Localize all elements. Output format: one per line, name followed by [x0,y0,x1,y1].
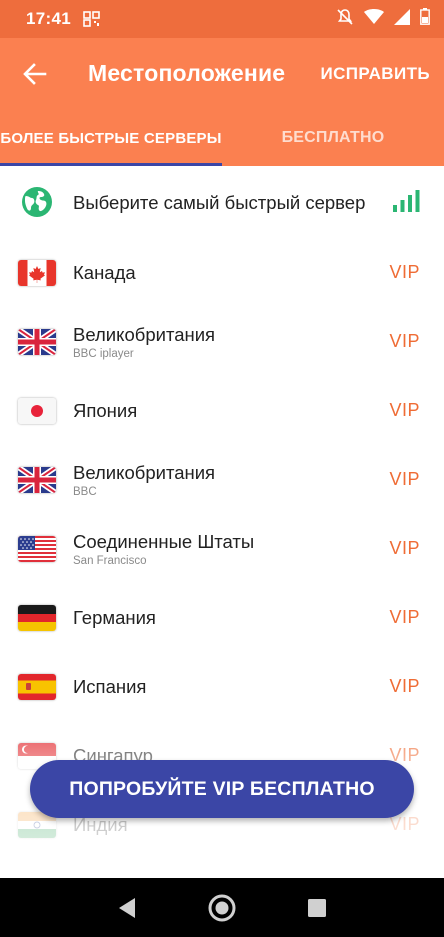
signal-icon [394,8,410,30]
nav-recents-button[interactable] [297,888,337,928]
vip-badge: VIP [389,331,420,351]
edit-button[interactable]: ИСПРАВИТЬ [320,64,430,84]
vip-badge: VIP [389,607,420,627]
tab-free[interactable]: БЕСПЛАТНО [222,110,444,166]
list-item-fastest-server[interactable]: Выберите самый быстрый сервер [0,166,444,238]
try-vip-free-button[interactable]: ПОПРОБУЙТЕ VIP БЕСПЛАТНО [30,760,414,818]
tab-label: БЕСПЛАТНО [281,129,385,146]
list-item-united-states[interactable]: Соединенные Штаты San Francisco VIP [0,514,444,583]
vip-badge: VIP [389,262,420,282]
server-title: Испания [73,676,147,697]
status-bar: 17:41 [0,0,444,38]
square-recents-icon [307,898,326,917]
uk-flag-icon [18,328,56,355]
list-item-uk-bbc-iplayer[interactable]: Великобритания BBC iplayer VIP [0,307,444,376]
server-subtitle: BBC [73,486,97,498]
list-item-uk-bbc[interactable]: Великобритания BBC VIP [0,445,444,514]
page-title: Местоположение [88,60,286,86]
system-nav-bar [0,878,444,937]
status-time: 17:41 [26,9,71,28]
server-list: Выберите самый быстрый сервер Канада VIP [0,166,444,859]
home-circle-icon [208,894,236,921]
server-title: Германия [73,607,156,628]
nav-back-button[interactable] [107,888,147,928]
server-title: Выберите самый быстрый сервер [73,191,366,213]
battery-icon [420,8,430,30]
japan-flag-icon [18,397,56,424]
server-title: Соединенные Штаты [73,531,255,552]
spain-flag-icon [18,673,56,700]
vip-badge: VIP [389,814,420,834]
us-flag-icon [18,535,56,562]
canada-flag-icon [18,259,56,286]
server-subtitle: San Francisco [73,555,147,567]
list-item-germany[interactable]: Германия VIP [0,583,444,652]
list-item-japan[interactable]: Япония VIP [0,376,444,445]
vip-badge: VIP [389,469,420,489]
globe-icon [22,187,52,217]
germany-flag-icon [18,604,56,631]
silent-icon [336,8,354,31]
tab-bar: БОЛЕЕ БЫСТРЫЕ СЕРВЕРЫ БЕСПЛАТНО [0,110,444,166]
vip-badge: VIP [389,676,420,696]
nav-home-button[interactable] [202,888,242,928]
uk-flag-icon [18,466,56,493]
list-item-spain[interactable]: Испания VIP [0,652,444,721]
back-button[interactable] [18,60,52,88]
wifi-icon [364,8,384,30]
vip-badge: VIP [389,538,420,558]
server-title: Великобритания [73,324,216,345]
list-item-canada[interactable]: Канада VIP [0,238,444,307]
vip-badge: VIP [389,400,420,420]
tab-label: БОЛЕЕ БЫСТРЫЕ СЕРВЕРЫ [0,129,222,147]
signal-strength-icon [393,190,420,212]
tab-fastest-servers[interactable]: БОЛЕЕ БЫСТРЫЕ СЕРВЕРЫ [0,110,222,166]
arrow-left-icon [23,63,47,85]
app-bar: Местоположение ИСПРАВИТЬ [0,38,444,110]
server-title: Япония [73,400,138,421]
server-title: Канада [73,262,136,283]
server-subtitle: BBC iplayer [73,348,134,360]
server-title: Великобритания [73,462,216,483]
triangle-back-icon [119,897,136,918]
qr-scan-icon [83,11,101,27]
